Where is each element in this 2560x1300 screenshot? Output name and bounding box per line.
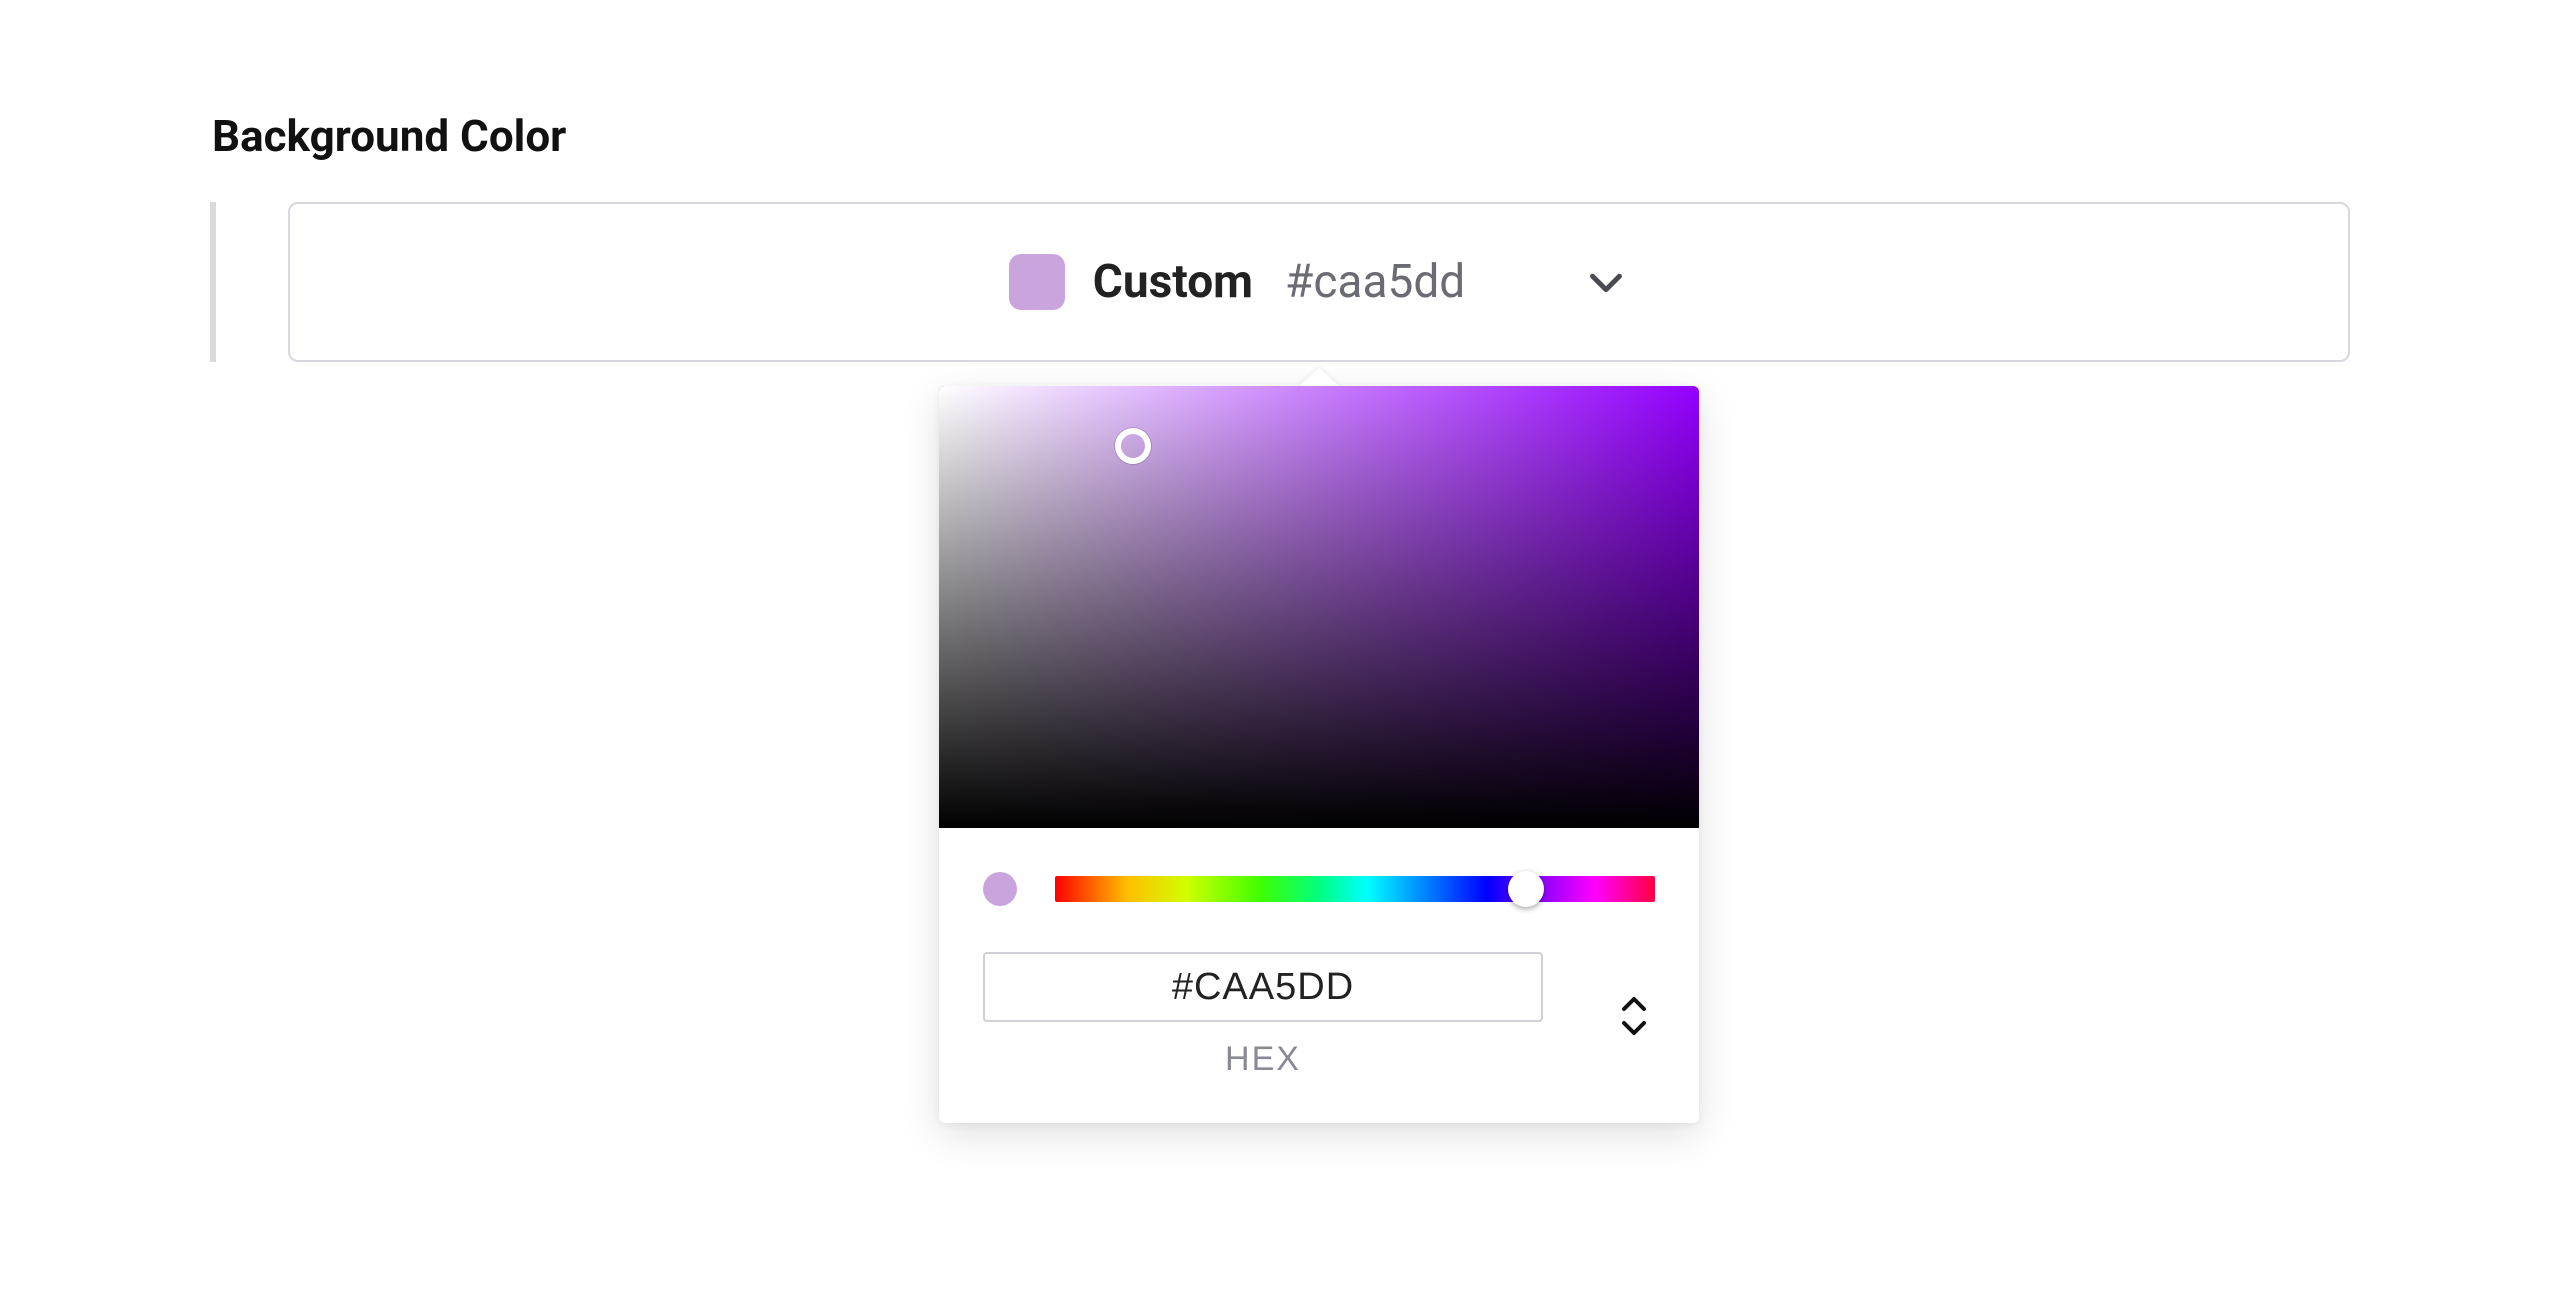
hue-slider[interactable] (1055, 876, 1655, 902)
hex-row: HEX (939, 906, 1699, 1123)
field-drag-handle[interactable] (210, 202, 216, 362)
color-picker-popover: HEX (939, 386, 1699, 1123)
format-stepper[interactable] (1619, 994, 1655, 1038)
color-field-row: Custom #caa5dd (210, 202, 2350, 362)
saturation-value-panel[interactable] (939, 386, 1699, 828)
hue-row (939, 828, 1699, 906)
section-title: Background Color (212, 110, 2350, 162)
format-label: HEX (1225, 1040, 1301, 1079)
hue-slider-thumb[interactable] (1508, 871, 1544, 907)
chevron-up-icon (1619, 994, 1649, 1014)
chevron-down-icon (1583, 259, 1629, 305)
color-select-value: #caa5dd (1285, 255, 1465, 309)
color-swatch (1009, 254, 1065, 310)
color-select-inner: Custom #caa5dd (1009, 254, 1629, 310)
color-select[interactable]: Custom #caa5dd (288, 202, 2350, 362)
chevron-down-icon (1619, 1018, 1649, 1038)
color-preview-swatch (983, 872, 1017, 906)
color-select-label: Custom (1093, 255, 1253, 309)
hex-input[interactable] (983, 952, 1543, 1022)
sv-black-layer (939, 386, 1699, 828)
sv-cursor[interactable] (1115, 428, 1151, 464)
hex-column: HEX (983, 952, 1543, 1079)
